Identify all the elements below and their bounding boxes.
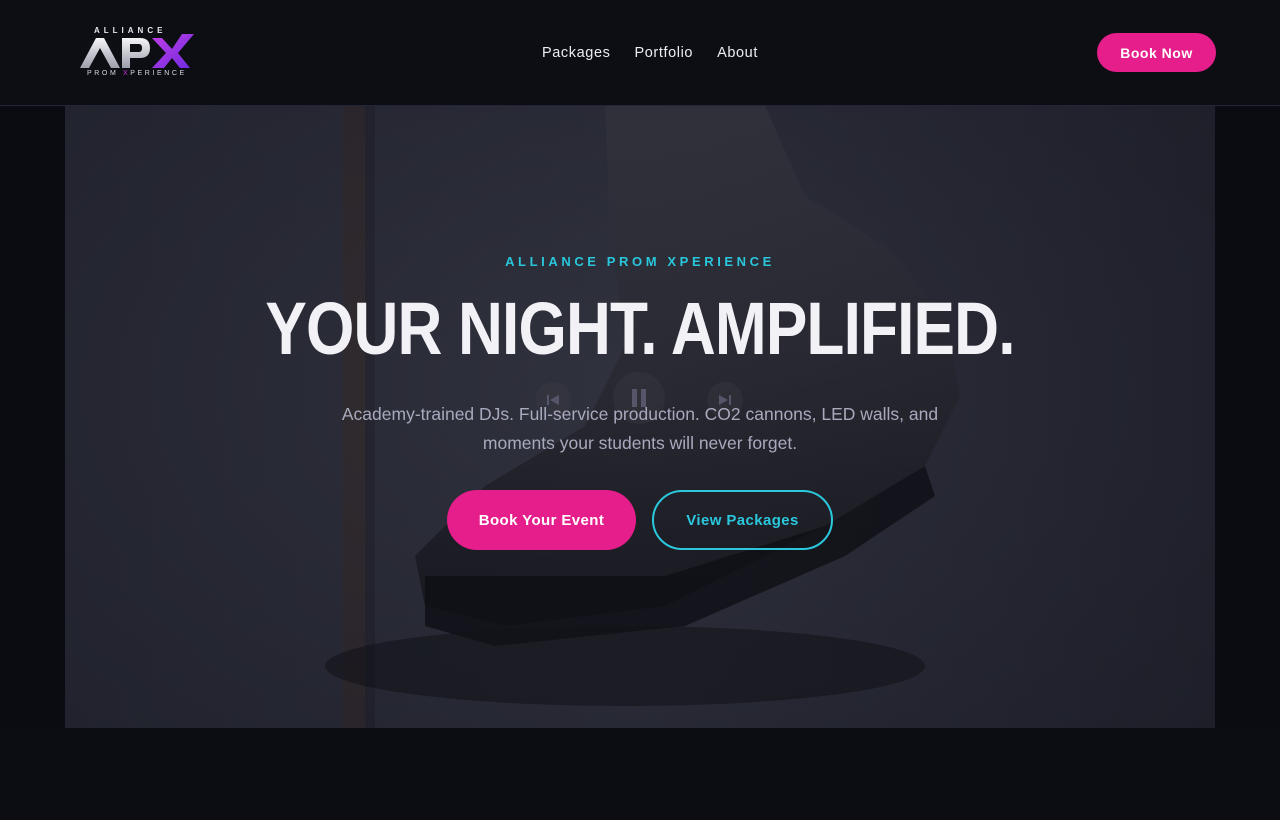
logo-mark [80, 34, 194, 68]
view-packages-button[interactable]: View Packages [652, 490, 833, 550]
nav-item-packages[interactable]: Packages [542, 43, 610, 63]
book-now-button[interactable]: Book Now [1097, 33, 1216, 72]
hero-section: ALLIANCE PROM XPERIENCE YOUR NIGHT. AMPL… [65, 106, 1215, 728]
book-your-event-button[interactable]: Book Your Event [447, 490, 636, 550]
nav-item-about[interactable]: About [717, 43, 758, 63]
site-header: ALLIANCE PROM XPERIENCE Packages Portfol… [0, 0, 1280, 106]
below-hero-band [0, 728, 1280, 820]
nav-item-portfolio[interactable]: Portfolio [634, 43, 693, 63]
hero-subtext: Academy-trained DJs. Full-service produc… [341, 404, 939, 453]
hero-headline: YOUR NIGHT. AMPLIFIED. [265, 287, 1015, 370]
logo-bottom-text: PROM XPERIENCE [87, 70, 187, 77]
apx-logo[interactable]: ALLIANCE PROM XPERIENCE [78, 26, 198, 80]
main-nav: Packages Portfolio About [542, 43, 782, 63]
hero-eyebrow: ALLIANCE PROM XPERIENCE [505, 254, 775, 269]
